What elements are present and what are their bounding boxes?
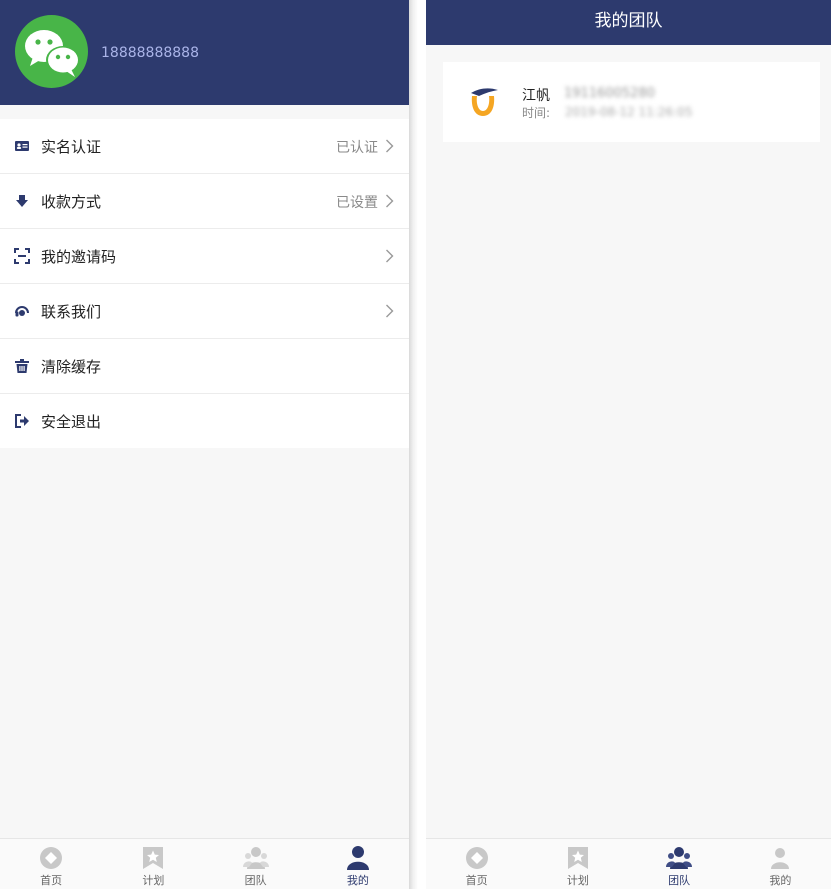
menu-item-invite-code[interactable]: 我的邀请码 <box>0 229 409 284</box>
chevron-right-icon <box>386 194 394 208</box>
menu-status: 已设置 <box>336 195 378 211</box>
home-icon <box>40 847 63 869</box>
user-icon <box>771 848 790 869</box>
tab-label: 计划 <box>142 874 165 887</box>
tab-label: 计划 <box>566 874 589 887</box>
tab-label: 首页 <box>40 874 63 887</box>
menu-item-verification[interactable]: 实名认证 已认证 <box>0 119 409 174</box>
bookmark-star-icon <box>143 847 164 869</box>
menu-item-payment-method[interactable]: 收款方式 已设置 <box>0 174 409 229</box>
tab-label: 我的 <box>346 874 369 887</box>
user-icon <box>346 846 369 870</box>
tab-mine[interactable]: 我的 <box>730 839 831 889</box>
member-time-label: 时间: <box>522 106 551 120</box>
profile-phone: 18888888888 <box>101 45 199 61</box>
tab-label: 我的 <box>769 874 792 887</box>
menu-label: 联系我们 <box>41 303 102 321</box>
home-icon <box>465 847 488 869</box>
headset-icon <box>15 306 29 317</box>
trash-icon <box>15 359 29 373</box>
chevron-right-icon <box>386 249 394 263</box>
tab-team[interactable]: 团队 <box>629 839 730 889</box>
chevron-right-icon <box>386 304 394 318</box>
team-header: 我的团队 <box>426 0 831 45</box>
menu-item-contact-us[interactable]: 联系我们 <box>0 284 409 339</box>
bottom-tab-bar: 首页 计划 团队 我的 <box>0 838 409 889</box>
scan-icon <box>14 248 30 264</box>
menu-label: 收款方式 <box>41 193 102 211</box>
team-icon <box>666 847 693 869</box>
menu-label: 我的邀请码 <box>41 248 117 266</box>
tab-team[interactable]: 团队 <box>205 839 307 889</box>
tab-home[interactable]: 首页 <box>0 839 102 889</box>
page-title: 我的团队 <box>594 11 663 31</box>
download-icon <box>16 195 28 207</box>
menu-item-logout[interactable]: 安全退出 <box>0 394 409 448</box>
menu-status: 已认证 <box>336 140 378 156</box>
avatar[interactable] <box>15 15 88 88</box>
settings-menu: 实名认证 已认证 收款方式 已设置 我的邀请码 联系我们 清除缓存 安全退出 <box>0 119 409 448</box>
id-card-icon <box>15 141 29 151</box>
member-phone: 19116005280 <box>564 86 655 101</box>
tab-plan[interactable]: 计划 <box>102 839 204 889</box>
profile-header: 18888888888 <box>0 0 409 105</box>
logout-icon <box>15 414 29 428</box>
tab-mine[interactable]: 我的 <box>307 839 409 889</box>
menu-item-clear-cache[interactable]: 清除缓存 <box>0 339 409 394</box>
bottom-tab-bar: 首页 计划 团队 我的 <box>426 838 831 889</box>
bookmark-star-icon <box>567 847 588 869</box>
tab-plan[interactable]: 计划 <box>527 839 628 889</box>
tab-label: 首页 <box>465 874 488 887</box>
profile-screen: 18888888888 实名认证 已认证 收款方式 已设置 我的邀请码 联系我们… <box>0 0 409 889</box>
team-screen: 我的团队 江帆 19116005280 时间: 2019-08-12 11:26… <box>426 0 831 889</box>
team-member-card[interactable]: 江帆 19116005280 时间: 2019-08-12 11:26:05 <box>443 62 820 142</box>
tab-label: 团队 <box>668 874 691 887</box>
member-join-time: 2019-08-12 11:26:05 <box>565 105 693 119</box>
chevron-right-icon <box>386 139 394 153</box>
team-icon <box>242 847 269 869</box>
member-name: 江帆 <box>522 88 550 104</box>
screen-divider <box>409 0 426 889</box>
menu-label: 安全退出 <box>41 413 102 431</box>
wechat-icon <box>25 30 80 77</box>
tab-home[interactable]: 首页 <box>426 839 527 889</box>
team-logo-icon <box>471 88 498 116</box>
menu-label: 清除缓存 <box>41 358 102 376</box>
menu-label: 实名认证 <box>41 138 102 156</box>
tab-label: 团队 <box>244 874 267 887</box>
